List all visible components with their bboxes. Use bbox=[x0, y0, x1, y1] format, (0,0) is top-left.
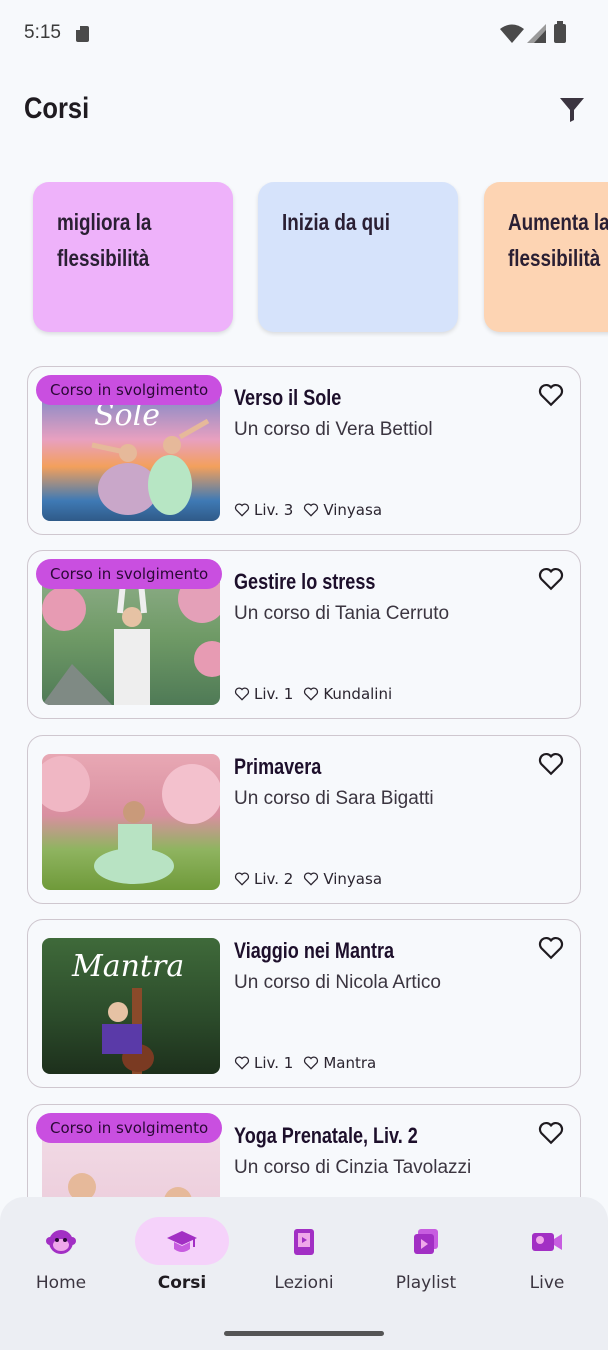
heart-icon bbox=[538, 936, 564, 960]
monkey-icon bbox=[46, 1230, 76, 1254]
heart-outline-icon bbox=[304, 872, 319, 886]
heart-outline-icon bbox=[304, 687, 319, 701]
course-author: Un corso di Cinzia Tavolazzi bbox=[234, 1157, 472, 1178]
nav-label: Live bbox=[529, 1273, 565, 1293]
course-author: Un corso di Vera Bettiol bbox=[234, 419, 433, 440]
battery-icon bbox=[554, 21, 566, 43]
course-title: Primavera bbox=[234, 754, 322, 779]
course-meta: Liv. 3 Vinyasa bbox=[234, 501, 392, 519]
style-tag: Kundalini bbox=[303, 685, 392, 703]
wifi-icon bbox=[500, 24, 524, 43]
category-card[interactable]: Aumenta la flessibilità bbox=[484, 182, 608, 332]
course-title: Gestire lo stress bbox=[234, 569, 376, 594]
heart-icon bbox=[538, 752, 564, 776]
status-bar: 5:15 bbox=[0, 0, 608, 70]
course-author: Un corso di Nicola Artico bbox=[234, 972, 441, 993]
level-tag: Liv. 3 bbox=[234, 501, 293, 519]
thumbnail-illustration: Mantra bbox=[71, 949, 184, 1074]
course-thumbnail: Mantra bbox=[42, 938, 220, 1074]
course-card[interactable]: Corso in svolgimento Gestire lo stress U… bbox=[27, 550, 581, 719]
nav-item-lezioni[interactable]: Lezioni bbox=[249, 1217, 359, 1307]
graduation-cap-icon bbox=[167, 1231, 197, 1252]
favorite-button[interactable] bbox=[538, 567, 564, 593]
category-label: Aumenta la flessibilità bbox=[508, 209, 608, 271]
heart-outline-icon bbox=[234, 872, 250, 886]
course-author: Un corso di Tania Cerruto bbox=[234, 603, 450, 624]
category-label: migliora la flessibilità bbox=[57, 209, 152, 271]
favorite-button[interactable] bbox=[538, 936, 564, 962]
page-title: Corsi bbox=[24, 92, 90, 125]
filter-button[interactable] bbox=[556, 94, 588, 126]
style-label: Vinyasa bbox=[323, 870, 383, 888]
course-meta: Liv. 1 Kundalini bbox=[234, 685, 402, 703]
heart-outline-icon bbox=[304, 1056, 319, 1070]
level-tag: Liv. 2 bbox=[234, 870, 293, 888]
nav-item-live[interactable]: Live bbox=[492, 1217, 602, 1307]
nav-label: Home bbox=[35, 1273, 87, 1293]
style-tag: Vinyasa bbox=[303, 870, 382, 888]
live-video-icon bbox=[532, 1233, 562, 1251]
nav-item-corsi[interactable]: Corsi bbox=[127, 1217, 237, 1307]
bottom-navigation: Home Corsi Lezioni Playlist Live bbox=[0, 1197, 608, 1350]
course-card[interactable]: Mantra Viaggio nei Mantra Un corso di Ni… bbox=[27, 919, 581, 1088]
progress-badge: Corso in svolgimento bbox=[36, 1113, 223, 1143]
course-title: Verso il Sole bbox=[234, 385, 342, 410]
lessons-icon bbox=[294, 1229, 314, 1255]
heart-icon bbox=[538, 567, 564, 591]
style-tag: Vinyasa bbox=[303, 501, 382, 519]
nav-label: Playlist bbox=[395, 1273, 457, 1293]
category-card[interactable]: Inizia da qui bbox=[258, 182, 458, 332]
style-tag: Mantra bbox=[303, 1054, 376, 1072]
course-title: Yoga Prenatale, Liv. 2 bbox=[234, 1123, 418, 1148]
style-label: Vinyasa bbox=[323, 501, 383, 519]
level-tag: Liv. 1 bbox=[234, 1054, 293, 1072]
level-tag: Liv. 1 bbox=[234, 685, 293, 703]
course-author: Un corso di Sara Bigatti bbox=[234, 788, 434, 809]
nav-item-playlist[interactable]: Playlist bbox=[371, 1217, 481, 1307]
heart-icon bbox=[538, 1121, 564, 1145]
progress-badge: Corso in svolgimento bbox=[36, 375, 223, 405]
course-card[interactable]: Primavera Un corso di Sara Bigatti Liv. … bbox=[27, 735, 581, 904]
level-label: Liv. 3 bbox=[254, 501, 294, 519]
sd-card-icon bbox=[76, 26, 89, 42]
course-thumbnail: Sole bbox=[42, 385, 220, 521]
course-thumbnail bbox=[42, 754, 220, 890]
nav-label: Corsi bbox=[157, 1273, 207, 1293]
category-label: Inizia da qui bbox=[282, 209, 390, 235]
thumbnail-illustration bbox=[42, 572, 220, 705]
thumbnail-illustration bbox=[42, 756, 220, 884]
favorite-button[interactable] bbox=[538, 1121, 564, 1147]
thumbnail-illustration: Sole bbox=[91, 398, 210, 515]
thumbnail-caption: Mantra bbox=[71, 949, 184, 984]
signal-icon bbox=[527, 24, 546, 43]
course-meta: Liv. 2 Vinyasa bbox=[234, 870, 392, 888]
category-card[interactable]: migliora la flessibilità bbox=[33, 182, 233, 332]
heart-outline-icon bbox=[234, 687, 250, 701]
heart-icon bbox=[538, 383, 564, 407]
heart-outline-icon bbox=[304, 503, 319, 517]
course-card[interactable]: Sole Corso in svolgimento Verso il Sole … bbox=[27, 366, 581, 535]
nav-label: Lezioni bbox=[274, 1273, 334, 1293]
style-label: Mantra bbox=[323, 1054, 377, 1072]
level-label: Liv. 1 bbox=[254, 685, 294, 703]
status-time: 5:15 bbox=[24, 22, 61, 43]
filter-icon bbox=[560, 98, 584, 122]
playlist-icon bbox=[414, 1229, 438, 1254]
heart-outline-icon bbox=[234, 1056, 250, 1070]
progress-badge: Corso in svolgimento bbox=[36, 559, 223, 589]
favorite-button[interactable] bbox=[538, 383, 564, 409]
level-label: Liv. 2 bbox=[254, 870, 294, 888]
category-carousel[interactable]: migliora la flessibilità Inizia da qui A… bbox=[0, 182, 608, 337]
level-label: Liv. 1 bbox=[254, 1054, 294, 1072]
nav-item-home[interactable]: Home bbox=[6, 1217, 116, 1307]
course-title: Viaggio nei Mantra bbox=[234, 938, 395, 963]
gesture-bar bbox=[224, 1331, 384, 1336]
course-thumbnail bbox=[42, 569, 220, 705]
heart-outline-icon bbox=[234, 503, 250, 517]
course-meta: Liv. 1 Mantra bbox=[234, 1054, 386, 1072]
favorite-button[interactable] bbox=[538, 752, 564, 778]
style-label: Kundalini bbox=[323, 685, 393, 703]
